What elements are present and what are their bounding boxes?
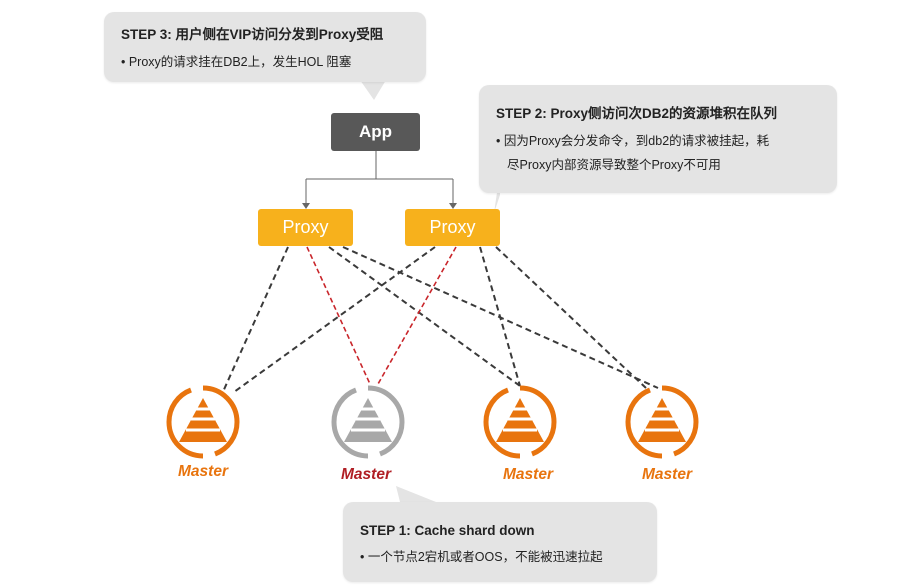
callout-step3-bullet: • Proxy的请求挂在DB2上，发生HOL 阻塞: [121, 55, 352, 69]
link-proxy2-master3: [479, 246, 521, 387]
callout-step2-title: STEP 2: Proxy侧访问次DB2的资源堆积在队列: [496, 106, 778, 121]
callout-step1-tail: [396, 486, 436, 502]
master-label-2-down: Master: [341, 466, 391, 483]
callout-step1: STEP 1: Cache shard down • 一个节点2宕机或者OOS，…: [343, 502, 657, 582]
proxy-node-1: Proxy: [258, 209, 353, 246]
callout-step3-tail: [360, 80, 386, 100]
callout-step2-bullet-line2: 尽Proxy内部资源导致整个Proxy不可用: [507, 158, 721, 172]
callout-step2-bullet-line1: • 因为Proxy会分发命令，到db2的请求被挂起，耗: [496, 134, 770, 148]
master-icon-1: [166, 385, 240, 459]
link-proxy2-master1: [233, 246, 436, 393]
master-icon-3: [483, 385, 557, 459]
callout-step1-bullet: • 一个节点2宕机或者OOS，不能被迅速拉起: [360, 550, 603, 564]
master-label-3: Master: [503, 466, 553, 483]
proxy-node-2: Proxy: [405, 209, 500, 246]
master-icon-4: [625, 385, 699, 459]
callout-step1-title: STEP 1: Cache shard down: [360, 523, 535, 538]
link-proxy1-master3: [328, 246, 521, 387]
link-proxy1-master1: [221, 246, 289, 395]
callout-step2: STEP 2: Proxy侧访问次DB2的资源堆积在队列 • 因为Proxy会分…: [479, 85, 837, 193]
app-node: App: [331, 113, 420, 151]
link-proxy1-master2-failed: [306, 246, 371, 385]
app-to-proxy-connectors: [305, 151, 454, 207]
master-icon-2-down: [331, 385, 405, 459]
master-label-4: Master: [642, 466, 692, 483]
master-label-1: Master: [178, 463, 228, 480]
link-proxy2-master4: [495, 246, 647, 389]
callout-step3-title: STEP 3: 用户侧在VIP访问分发到Proxy受阻: [121, 27, 384, 42]
callout-step3: STEP 3: 用户侧在VIP访问分发到Proxy受阻 • Proxy的请求挂在…: [104, 12, 426, 82]
